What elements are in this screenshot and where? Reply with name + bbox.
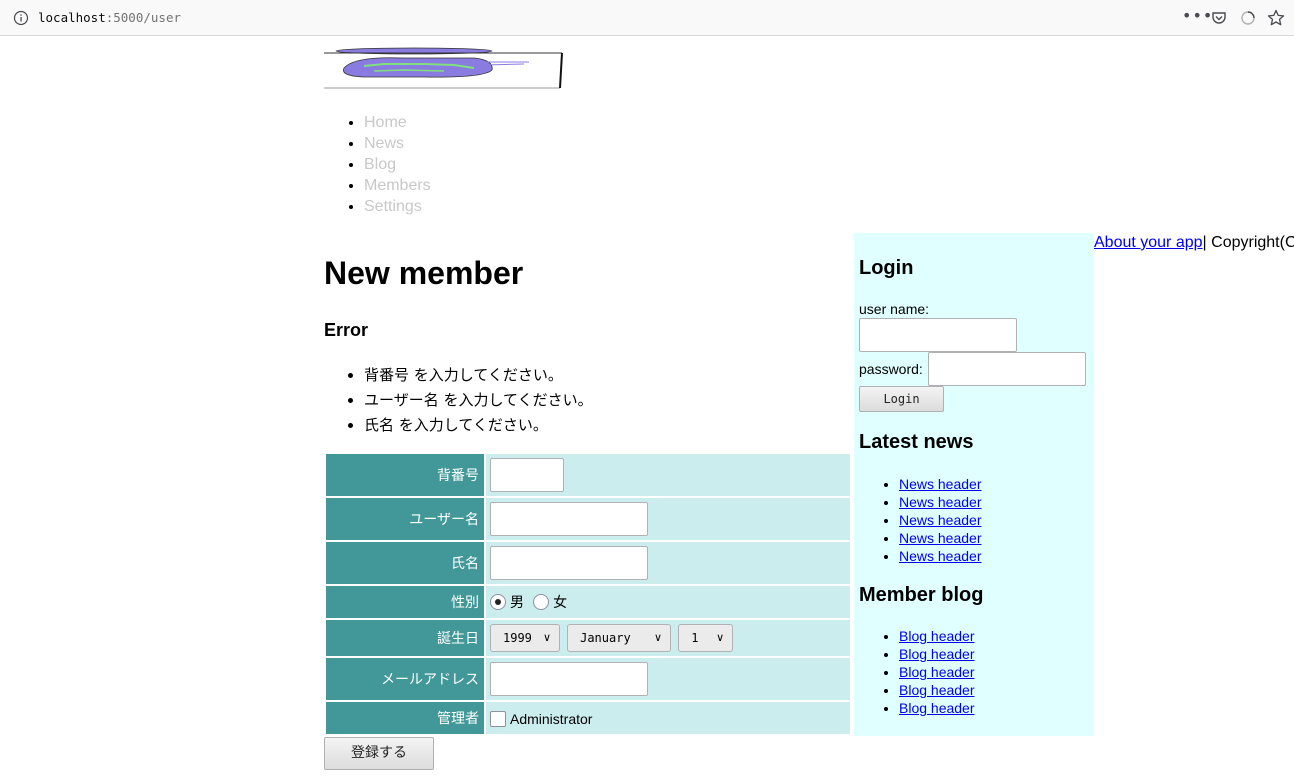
gender-male-label: 男 [510,595,524,612]
site-logo [324,47,563,89]
chevron-down-icon: ∨ [542,631,551,644]
number-label: 背番号 [326,454,484,496]
blog-link[interactable]: Blog header [899,700,975,716]
gender-label: 性別 [326,586,484,618]
list-item: Blog header [899,627,975,645]
admin-checkbox-label: Administrator [510,711,593,727]
form-row-username: ユーザー名 [326,498,850,540]
birth-year-select[interactable]: 1999 ∨ [490,624,560,652]
admin-label: 管理者 [326,702,484,734]
email-input[interactable] [490,662,648,696]
login-password-input[interactable] [928,352,1086,386]
login-title: Login [859,257,914,279]
blog-link[interactable]: Blog header [899,664,975,680]
fullname-label: 氏名 [326,542,484,584]
blog-list: Blog header Blog header Blog header Blog… [859,627,975,717]
news-link[interactable]: News header [899,548,982,564]
number-input[interactable] [490,458,564,492]
list-item: News header [899,493,982,511]
admin-checkbox[interactable] [490,711,506,727]
birthday-label: 誕生日 [326,620,484,656]
birth-month-select[interactable]: January ∨ [567,624,672,652]
member-blog-title: Member blog [859,584,984,606]
list-item: News header [899,475,982,493]
error-message: 背番号 を入力してください。 [364,363,593,388]
blog-link[interactable]: Blog header [899,646,975,662]
birth-month-value: January [580,631,631,645]
error-message: 氏名 を入力してください。 [364,413,593,438]
nav-link-blog[interactable]: Blog [364,156,396,173]
loading-icon [1241,11,1255,25]
footer: About your app| Copyright(C [1094,234,1294,252]
nav-link-settings[interactable]: Settings [364,198,422,215]
info-icon[interactable] [13,10,29,26]
gender-female-label: 女 [553,595,568,612]
sidebar: Login user name: password: Login Latest … [854,233,1094,736]
news-link[interactable]: News header [899,494,982,510]
nav-item-blog: Blog [364,154,431,175]
chevron-down-icon: ∨ [716,631,725,644]
about-link[interactable]: About your app [1094,234,1203,251]
login-username-input[interactable] [859,318,1017,352]
list-item: News header [899,547,982,565]
browser-url-bar[interactable]: localhost:5000/user ••• [0,0,1294,36]
birth-day-select[interactable]: 1 ∨ [678,624,734,652]
username-input[interactable] [490,502,648,536]
error-title: Error [324,320,369,340]
nav-item-home: Home [364,112,431,133]
nav-item-news: News [364,133,431,154]
nav-link-home[interactable]: Home [364,114,407,131]
copyright-text: | Copyright(C [1202,234,1294,251]
login-button[interactable]: Login [859,386,944,412]
email-label: メールアドレス [326,658,484,700]
blog-link[interactable]: Blog header [899,628,975,644]
username-label: ユーザー名 [326,498,484,540]
member-form: 背番号 ユーザー名 氏名 性別 男 女 誕生日 1999 ∨ January ∨ 1… [324,452,852,736]
news-link[interactable]: News header [899,530,982,546]
nav-item-members: Members [364,175,431,196]
form-row-birthday: 誕生日 1999 ∨ January ∨ 1 ∨ [326,620,850,656]
error-list: 背番号 を入力してください。 ユーザー名 を入力してください。 氏名 を入力して… [324,363,593,438]
nav-link-news[interactable]: News [364,135,404,152]
nav-item-settings: Settings [364,196,431,217]
url-host: localhost [38,10,106,25]
fullname-input[interactable] [490,546,648,580]
pocket-icon[interactable] [1211,10,1227,26]
password-label: password: [859,361,923,377]
news-list: News header News header News header News… [859,475,982,565]
list-item: News header [899,511,982,529]
more-actions-icon[interactable]: ••• [1182,8,1212,27]
register-button[interactable]: 登録する [324,737,434,770]
list-item: Blog header [899,645,975,663]
blog-link[interactable]: Blog header [899,682,975,698]
form-row-email: メールアドレス [326,658,850,700]
birth-year-value: 1999 [503,631,532,645]
list-item: Blog header [899,663,975,681]
error-message: ユーザー名 を入力してください。 [364,388,593,413]
list-item: News header [899,529,982,547]
url-text[interactable]: localhost:5000/user [38,10,181,25]
form-row-gender: 性別 男 女 [326,586,850,618]
list-item: Blog header [899,681,975,699]
list-item: Blog header [899,699,975,717]
birth-day-value: 1 [691,631,699,645]
form-row-number: 背番号 [326,454,850,496]
gender-female-radio[interactable] [533,594,550,611]
chevron-down-icon: ∨ [654,631,663,644]
main-nav: Home News Blog Members Settings [324,112,431,217]
news-link[interactable]: News header [899,512,982,528]
username-label: user name: [859,301,930,317]
nav-link-members[interactable]: Members [364,177,431,194]
bookmark-star-icon[interactable] [1267,9,1285,27]
form-row-fullname: 氏名 [326,542,850,584]
page-title: New member [324,255,524,291]
url-path: :5000/user [105,10,181,25]
form-row-admin: 管理者 Administrator [326,702,850,734]
gender-male-radio[interactable] [490,594,506,611]
news-link[interactable]: News header [899,476,982,492]
latest-news-title: Latest news [859,431,974,453]
